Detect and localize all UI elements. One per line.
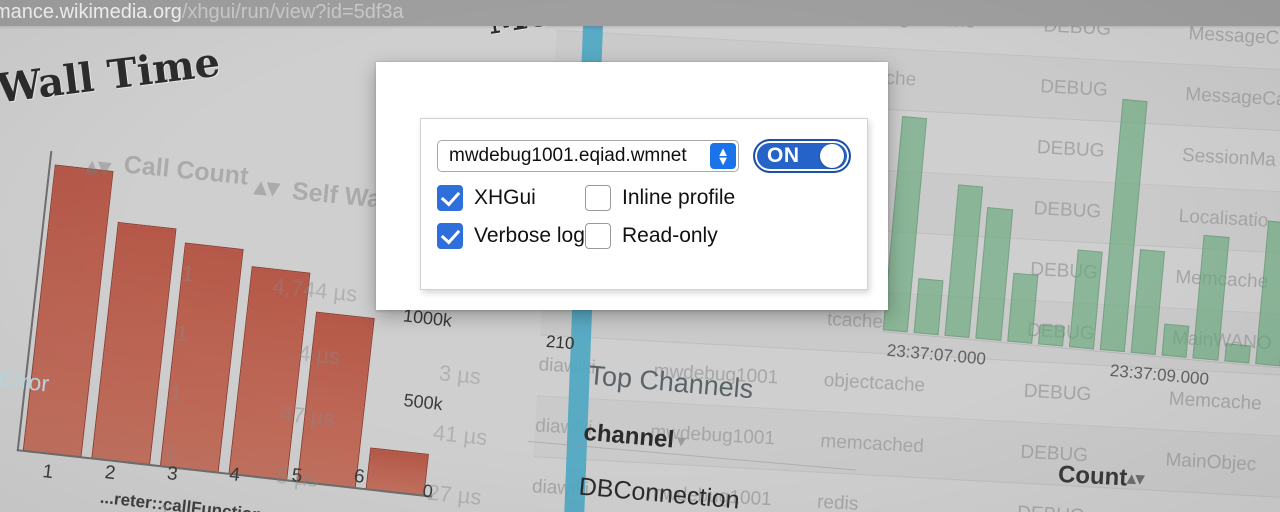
memory-bar	[913, 278, 944, 336]
chrome-shadow	[0, 26, 1280, 29]
checkbox-read-only-box[interactable]	[585, 223, 611, 249]
screenshot-canvas: wiki mwdebug1001 MessageCache DEBUG Mess…	[0, 0, 1280, 512]
xhgui-other-value: 3 µs	[437, 360, 483, 390]
checkbox-inline-profile-box[interactable]	[585, 185, 611, 211]
extension-popup: mwdebug1001.eqiad.wmnet ▲ ▼ ON XHGui Inl…	[376, 62, 888, 310]
browser-url-bar[interactable]: mance.wikimedia.org/xhgui/run/view?id=5d…	[0, 0, 1280, 26]
memory-bar	[1006, 272, 1039, 344]
host-select[interactable]: mwdebug1001.eqiad.wmnet ▲ ▼	[437, 140, 739, 172]
url-text: mance.wikimedia.org/xhgui/run/view?id=5d…	[0, 1, 404, 24]
options-row-2: Verbose log Read-only	[437, 223, 853, 249]
chevron-down-icon[interactable]: ▼	[673, 433, 689, 451]
chevron-down-icon: ▼	[716, 153, 730, 168]
xhgui-error-label: Error	[0, 365, 51, 397]
popup-options: XHGui Inline profile Verbose log Read-on…	[437, 185, 853, 261]
checkbox-read-only-label: Read-only	[622, 224, 718, 247]
url-path: /xhgui/run/view?id=5df3a	[181, 1, 404, 23]
top-channels-section: Top Channels channel▼ DBConnection	[527, 360, 857, 512]
xhgui-value-count: 1	[174, 320, 190, 347]
top-channels-header-label: channel	[582, 418, 676, 454]
checkbox-xhgui[interactable]: XHGui	[437, 185, 585, 211]
xhgui-value-time: 4,744 µs	[271, 273, 359, 307]
xhgui-value-count: 1	[180, 260, 196, 287]
count-label: Count	[1057, 460, 1129, 492]
memory-ytick-200: 210	[545, 331, 576, 354]
popup-content-panel: mwdebug1001.eqiad.wmnet ▲ ▼ ON XHGui Inl…	[420, 118, 868, 290]
memory-bar	[1223, 342, 1251, 364]
checkbox-read-only[interactable]: Read-only	[585, 223, 718, 249]
chevron-updown-icon[interactable]: ▲ ▼	[710, 143, 736, 169]
log-cell-channel: memcached	[819, 430, 925, 458]
xhgui-value-count: 1	[168, 379, 184, 407]
xhgui-other-value: 41 µs	[432, 419, 489, 451]
toggle-knob[interactable]	[820, 144, 844, 168]
memory-bar	[975, 207, 1013, 341]
memory-bar	[1068, 249, 1103, 350]
sort-arrows-icon[interactable]: ▴▾	[1127, 469, 1145, 489]
checkbox-inline-profile-label: Inline profile	[622, 186, 736, 209]
xhgui-value-time: 4 µs	[297, 340, 342, 370]
enable-toggle[interactable]: ON	[753, 139, 851, 173]
url-domain: mance.wikimedia.org	[0, 1, 182, 23]
popup-top-row: mwdebug1001.eqiad.wmnet ▲ ▼ ON	[437, 139, 853, 173]
top-channels-header-channel[interactable]: channel▼	[582, 419, 749, 461]
memory-bar	[1037, 324, 1065, 347]
checkbox-verbose-log[interactable]: Verbose log	[437, 223, 585, 249]
options-row-1: XHGui Inline profile	[437, 185, 853, 211]
memory-bar	[1254, 220, 1280, 367]
xhgui-sort-icon-1[interactable]: ▴▾	[253, 171, 281, 203]
checkbox-verbose-log-box[interactable]	[437, 223, 463, 249]
xhgui-other-value: 27 µs	[426, 479, 483, 510]
host-select-value: mwdebug1001.eqiad.wmnet	[449, 145, 687, 166]
memory-bars	[882, 81, 1280, 369]
page-title-wall-time: Wall Time	[0, 38, 223, 113]
memory-bar	[1161, 323, 1190, 358]
memory-bar	[1192, 234, 1230, 361]
xhgui-value-time: 47 µs	[279, 400, 336, 432]
memory-bar-chart: 23:37:07.000 23:37:09.000	[880, 61, 1280, 399]
xhgui-sort-icon-0[interactable]: ▴▾	[84, 151, 112, 183]
xhgui-value-time: 5 µs	[275, 462, 320, 492]
xhgui-header-call-count[interactable]: Call Count	[122, 150, 250, 190]
checkbox-xhgui-box[interactable]	[437, 185, 463, 211]
count-column-header[interactable]: Count▴▾	[1057, 460, 1145, 493]
memory-bar	[1130, 249, 1166, 355]
checkbox-inline-profile[interactable]: Inline profile	[585, 185, 735, 211]
xhgui-value-count: 1	[157, 499, 172, 512]
toggle-label: ON	[767, 144, 800, 167]
checkbox-verbose-log-label: Verbose log	[474, 224, 585, 247]
checkbox-xhgui-label: XHGui	[474, 186, 536, 209]
xhgui-value-count: 1	[162, 439, 178, 466]
